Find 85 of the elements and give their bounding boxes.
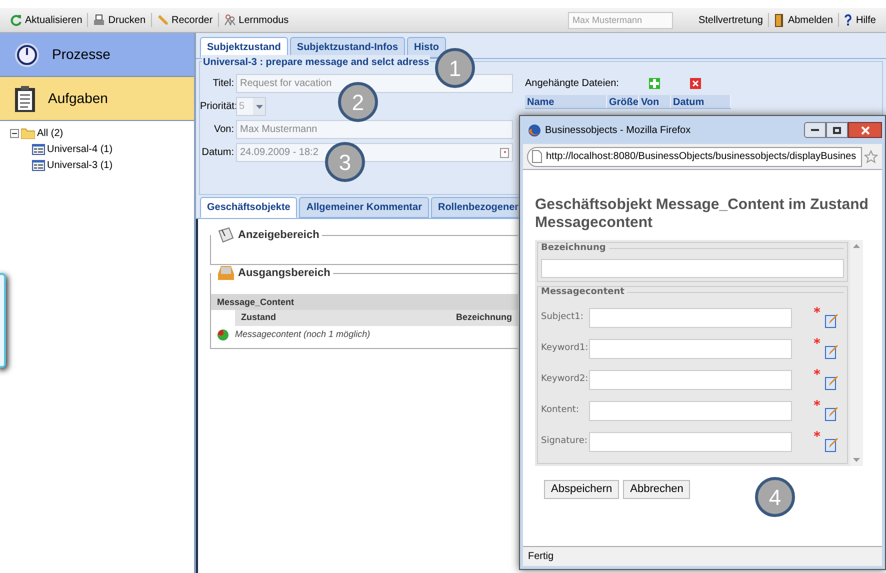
list-icon	[32, 160, 45, 170]
note-icon	[217, 227, 235, 244]
toolbar-button[interactable]: Abmelden	[774, 12, 833, 28]
form-button[interactable]: Abspeichern	[544, 480, 620, 499]
section-title: Ausgangsbereich	[238, 266, 330, 281]
scroll-down-icon[interactable]	[853, 458, 860, 462]
attachments-label: Angehängte Dateien:	[525, 77, 619, 91]
tree-item[interactable]: All (2)	[37, 126, 64, 140]
column-header[interactable]: Bezeichnung	[456, 310, 512, 324]
user-field[interactable]: Max Mustermann	[568, 12, 674, 28]
field-label: Signature:	[541, 434, 588, 448]
toolbar-button[interactable]: Stellvertretung	[698, 12, 763, 28]
toolbar-button[interactable]: Drucken	[93, 12, 146, 28]
status-bar: Fertig	[523, 546, 882, 566]
field-label: Von:	[212, 123, 235, 137]
caret-icon[interactable]	[256, 104, 262, 108]
text-field[interactable]	[589, 308, 792, 328]
collapse-icon[interactable]	[10, 128, 19, 138]
close-button[interactable]	[848, 122, 882, 138]
minimize-button[interactable]	[804, 122, 826, 138]
pencil-icon	[156, 14, 169, 26]
field-label: Kontent:	[541, 404, 580, 417]
field-label: Subject1:	[541, 310, 584, 324]
edit-icon[interactable]	[825, 437, 838, 452]
tray-icon	[217, 265, 235, 282]
clock-icon	[14, 42, 40, 68]
text-field[interactable]	[589, 400, 792, 420]
text-field[interactable]	[589, 370, 792, 390]
window-title: Businessobjects - Mozilla Firefox	[545, 124, 691, 138]
toolbar-button[interactable]: Hilfe	[844, 12, 876, 28]
url-text: http://localhost:8080/BusinessObjects/businessobjects/displayBusines	[546, 150, 856, 164]
tab[interactable]: Allgemeiner Kommentar	[299, 197, 429, 218]
calendar-icon[interactable]	[500, 148, 509, 158]
text-field[interactable]	[589, 338, 792, 358]
text-field[interactable]	[541, 258, 844, 278]
printer-icon	[93, 14, 106, 26]
toolbar-button[interactable]: Aktualisieren	[10, 12, 82, 28]
column-header[interactable]: Zustand	[241, 310, 276, 324]
nav-button[interactable]: Prozesse	[0, 33, 194, 77]
group-legend: Bezeichnung	[541, 242, 606, 256]
refresh-icon	[10, 14, 22, 26]
toolbar-button[interactable]: Lernmodus	[224, 12, 289, 28]
address-bar[interactable]: http://localhost:8080/BusinessObjects/businessobjects/displayBusines	[527, 146, 862, 166]
tab[interactable]: Geschäftsobjekte	[200, 197, 298, 218]
close-icon	[860, 126, 870, 134]
folder-icon	[21, 128, 35, 138]
field-label: Priorität:	[200, 100, 236, 114]
list-icon	[32, 144, 45, 154]
scroll-up-icon[interactable]	[853, 244, 860, 248]
field-label: Titel:	[212, 77, 235, 91]
page-heading: Geschäftsobjekt Message_Content im Zustand Messagecontent	[535, 196, 870, 232]
help-icon	[844, 14, 852, 26]
door-icon	[774, 14, 784, 26]
group-legend: Messagecontent	[541, 286, 624, 299]
column-header[interactable]: Von	[639, 95, 671, 108]
tree-item[interactable]: Universal-3 (1)	[47, 158, 113, 172]
field-label: Keyword1:	[541, 342, 589, 355]
star-icon[interactable]	[864, 150, 878, 164]
edit-icon[interactable]	[825, 344, 838, 359]
tree-item[interactable]: Universal-4 (1)	[47, 142, 113, 156]
add-icon[interactable]	[648, 78, 660, 89]
delete-icon[interactable]	[690, 78, 701, 89]
page-icon	[532, 150, 542, 163]
toolbar-button[interactable]: Recorder	[156, 12, 213, 28]
text-field[interactable]	[589, 432, 792, 452]
scrollbar[interactable]	[850, 240, 863, 466]
column-header[interactable]: Datum	[671, 95, 731, 108]
column-header[interactable]: Größe	[607, 95, 639, 108]
status-icon	[217, 328, 229, 340]
people-icon	[224, 14, 236, 26]
maximize-button[interactable]	[826, 122, 848, 138]
field-label: Keyword2:	[541, 372, 589, 386]
edit-icon[interactable]	[825, 313, 838, 328]
form-button[interactable]: Abbrechen	[623, 480, 690, 499]
form-legend: Universal-3 : prepare message and selct adress	[202, 55, 430, 70]
nav-button[interactable]: Aufgaben	[0, 77, 194, 121]
edit-icon[interactable]	[825, 375, 838, 390]
table-cell-text: Messagecontent (noch 1 möglich)	[235, 328, 370, 341]
section-title: Anzeigebereich	[238, 228, 320, 243]
table-title: Message_Content	[211, 294, 518, 310]
edit-icon[interactable]	[825, 406, 838, 421]
firefox-icon	[528, 124, 541, 136]
field-label: Datum:	[200, 146, 235, 160]
column-header[interactable]: Name	[525, 95, 607, 108]
clipboard-icon	[14, 84, 36, 112]
